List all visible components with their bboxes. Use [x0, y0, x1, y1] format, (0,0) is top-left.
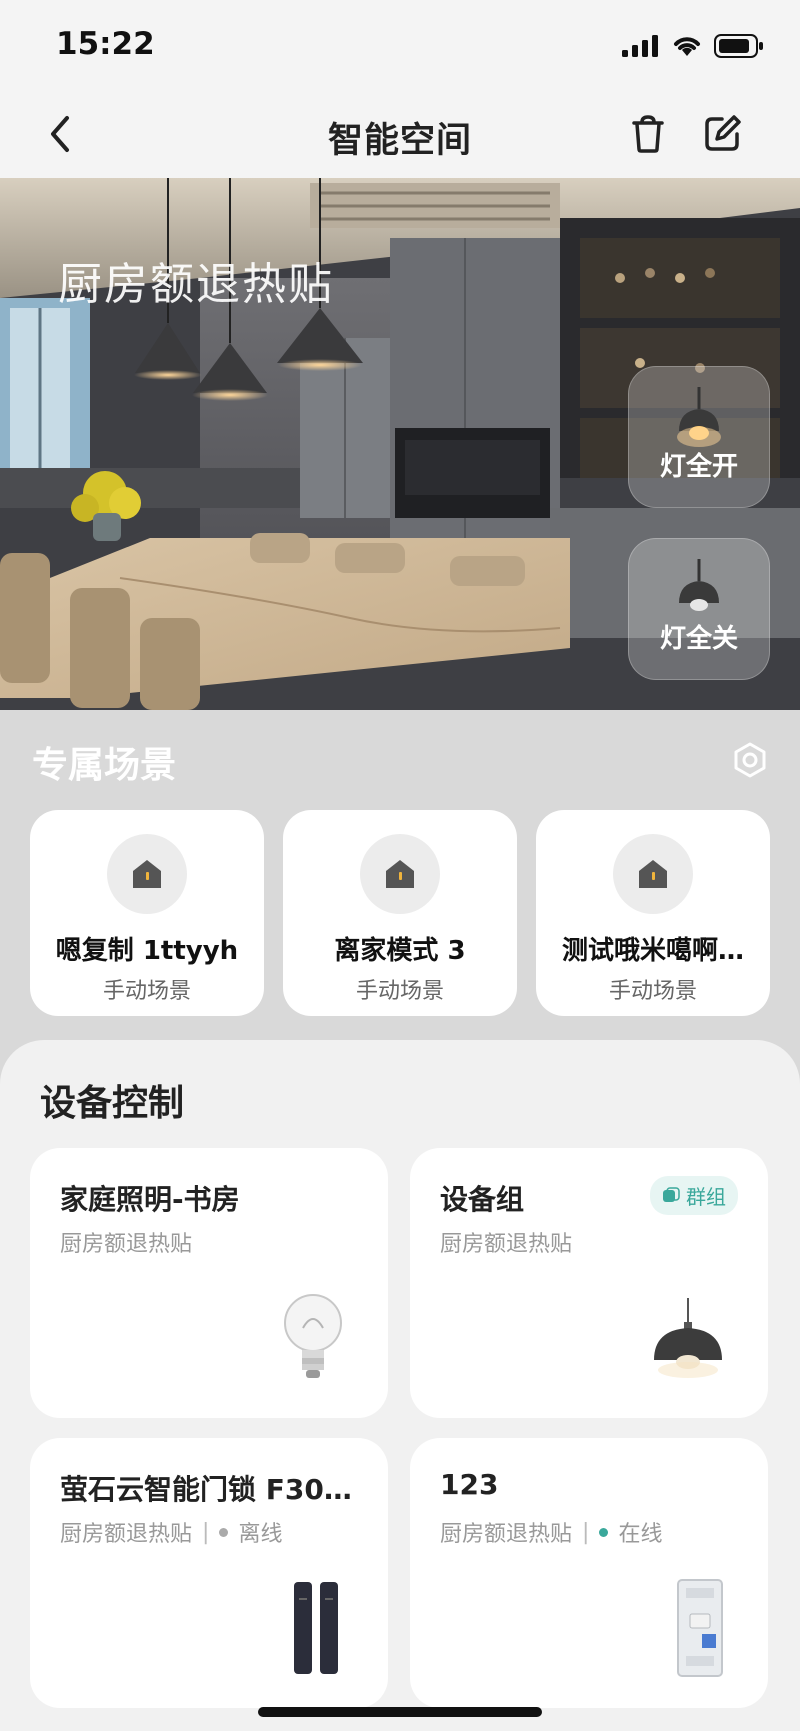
device-room: 厨房额退热贴	[440, 1522, 573, 1547]
device-location: 厨房额退热贴 | 离线	[60, 1516, 282, 1548]
device-location: 厨房额退热贴	[440, 1226, 572, 1258]
home-icon	[133, 860, 161, 888]
scene-settings-button[interactable]	[730, 740, 770, 780]
scenes-title: 专属场景	[32, 745, 177, 786]
devices-title: 设备控制	[40, 1083, 185, 1124]
all-lights-on-button[interactable]: 灯全开	[628, 366, 770, 508]
exclusive-scenes-section: 专属场景 嗯复制 1ttyyh 手动场景 离家模式 3 手动场景 测试哦米噶啊……	[0, 710, 800, 1040]
scene-type: 手动场景	[355, 979, 444, 1004]
settings-icon	[734, 742, 766, 778]
device-card[interactable]: 萤石云智能门锁 F30… 厨房额退热贴 | 离线	[30, 1438, 388, 1708]
group-badge: 群组	[650, 1176, 738, 1215]
device-room: 厨房额退热贴	[440, 1232, 573, 1257]
home-indicator	[258, 1707, 542, 1717]
scene-card[interactable]: 嗯复制 1ttyyh 手动场景	[30, 810, 264, 1016]
scene-card[interactable]: 测试哦米噶啊… 手动场景	[536, 810, 770, 1016]
separator: |	[582, 1519, 590, 1545]
door-lock-icon	[294, 1582, 338, 1674]
scene-name: 离家模式 3	[334, 936, 466, 966]
home-icon	[639, 860, 667, 888]
device-card[interactable]: 123 厨房额退热贴 | 在线	[410, 1438, 768, 1708]
circuit-breaker-icon	[677, 1579, 723, 1677]
device-room: 厨房额退热贴	[60, 1522, 193, 1547]
scene-card[interactable]: 离家模式 3 手动场景	[283, 810, 517, 1016]
status-dot	[599, 1527, 609, 1537]
group-icon	[663, 1186, 680, 1202]
wifi-icon	[674, 37, 700, 56]
scene-type: 手动场景	[608, 979, 697, 1004]
device-status: 在线	[618, 1522, 663, 1547]
nav-bar: 智能空间	[0, 90, 800, 178]
status-dot	[219, 1527, 229, 1537]
signal-icon	[622, 35, 658, 57]
status-bar: 15:22	[0, 0, 800, 90]
scene-icon	[613, 834, 693, 914]
device-room: 厨房额退热贴	[60, 1232, 193, 1257]
lamp-on-icon	[677, 387, 721, 447]
device-status: 离线	[238, 1522, 283, 1547]
battery-icon	[714, 34, 763, 58]
scene-name: 测试哦米噶啊…	[561, 936, 744, 966]
device-name: 萤石云智能门锁 F30…	[60, 1473, 352, 1506]
lamp-off-icon	[679, 559, 719, 611]
edit-button[interactable]	[700, 112, 744, 156]
status-icons	[622, 34, 764, 58]
trash-icon	[632, 115, 664, 153]
device-location: 厨房额退热贴 | 在线	[440, 1516, 662, 1548]
edit-icon	[705, 115, 741, 151]
scene-type: 手动场景	[102, 979, 191, 1004]
separator: |	[202, 1519, 210, 1545]
device-card[interactable]: 家庭照明-书房 厨房额退热贴	[30, 1148, 388, 1418]
page-title: 智能空间	[327, 121, 472, 161]
device-name: 123	[440, 1468, 499, 1501]
scene-icon	[360, 834, 440, 914]
all-lights-off-label: 灯全关	[659, 624, 738, 654]
group-badge-label: 群组	[686, 1185, 726, 1209]
light-bulb-icon	[284, 1294, 342, 1378]
pendant-lamp-icon	[654, 1298, 722, 1378]
all-lights-off-button[interactable]: 灯全关	[628, 538, 770, 680]
scene-icon	[107, 834, 187, 914]
delete-button[interactable]	[626, 112, 670, 156]
device-card[interactable]: 设备组 群组 厨房额退热贴	[410, 1148, 768, 1418]
scene-name: 嗯复制 1ttyyh	[55, 936, 239, 966]
status-time: 15:22	[56, 26, 155, 62]
home-icon	[386, 860, 414, 888]
room-name: 厨房额退热贴	[58, 259, 334, 310]
device-name: 家庭照明-书房	[60, 1183, 240, 1216]
device-name: 设备组	[440, 1183, 525, 1216]
device-location: 厨房额退热贴	[60, 1226, 192, 1258]
room-banner: 厨房额退热贴 灯全开 灯全关	[0, 178, 800, 710]
device-control-section: 设备控制 家庭照明-书房 厨房额退热贴 设备组 群组 厨房额退热贴 萤石云智能门…	[0, 1040, 800, 1731]
all-lights-on-label: 灯全开	[659, 452, 738, 482]
